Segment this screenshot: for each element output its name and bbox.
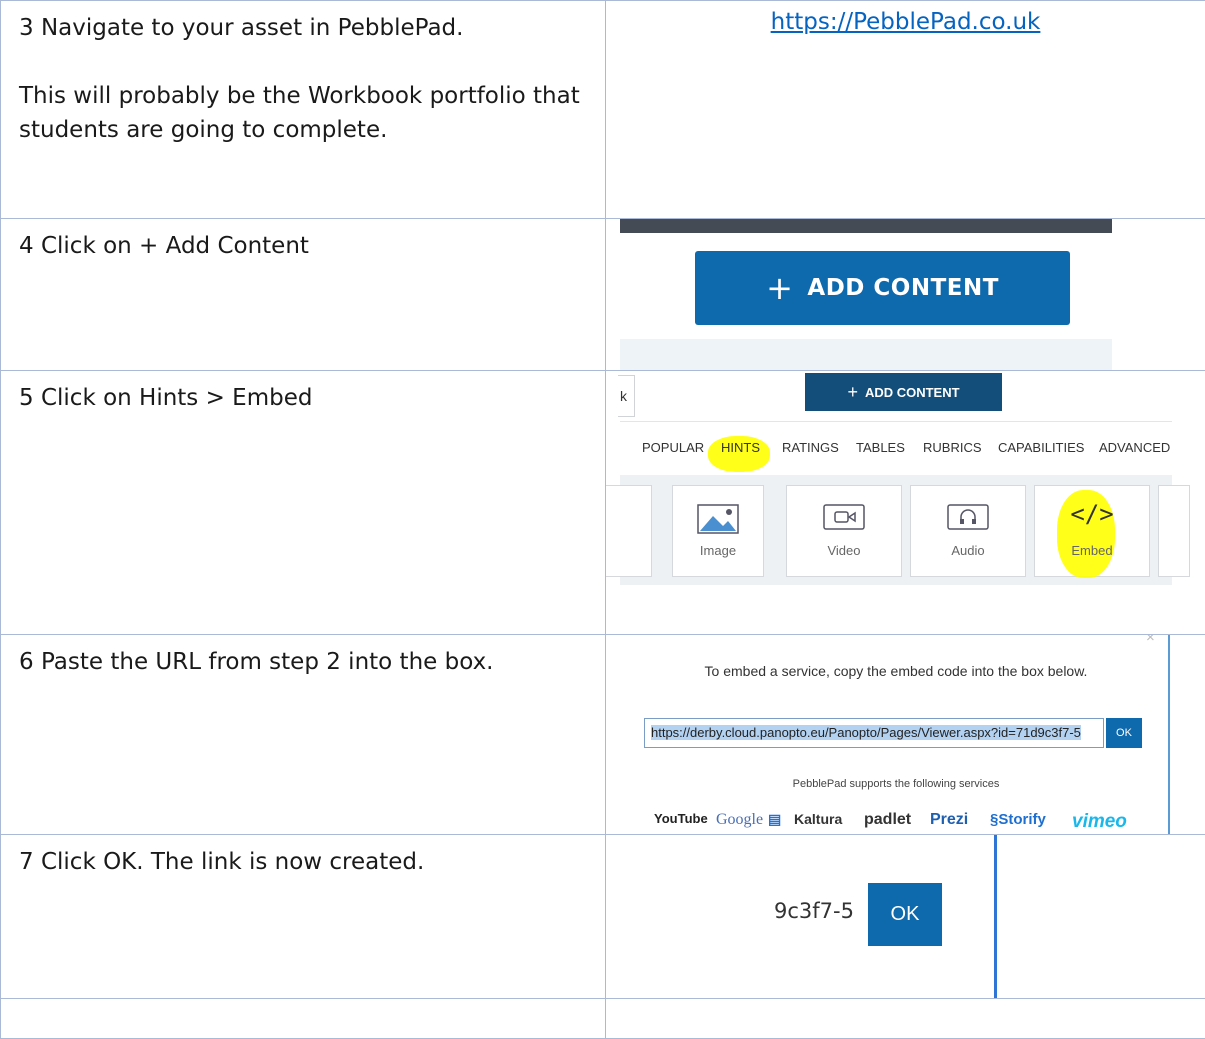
plus-icon: + xyxy=(847,382,858,403)
tab-hints[interactable]: HINTS xyxy=(721,440,760,455)
embed-instruction: To embed a service, copy the embed code … xyxy=(606,663,1186,679)
add-content-menu: k + ADD CONTENT POPULAR HINTS RATINGS TA… xyxy=(620,371,1172,589)
service-logos: YouTube Google ▤ Kaltura padlet Prezi §S… xyxy=(654,807,1174,835)
step-7-visual-cell: 9c3f7-5 OK xyxy=(606,835,1205,999)
tile-video[interactable]: Video xyxy=(786,485,902,577)
add-content-label: ADD CONTENT xyxy=(865,385,960,400)
step-4-instruction-cell: 4 Click on + Add Content xyxy=(1,219,606,371)
embed-code-value: https://derby.cloud.panopto.eu/Panopto/P… xyxy=(651,725,1081,740)
embed-code-input[interactable]: https://derby.cloud.panopto.eu/Panopto/P… xyxy=(644,718,1104,748)
step-6-text: 6 Paste the URL from step 2 into the box… xyxy=(19,645,595,679)
google-docs-icon: ▤ xyxy=(768,811,781,828)
step-6-visual-cell: × To embed a service, copy the embed cod… xyxy=(606,635,1205,835)
prezi-logo: Prezi xyxy=(930,811,968,829)
padlet-logo: padlet xyxy=(864,811,911,829)
step-7-instruction-cell: 7 Click OK. The link is now created. xyxy=(1,835,606,999)
vimeo-logo: vimeo xyxy=(1072,811,1127,833)
tab-ratings[interactable]: RATINGS xyxy=(782,440,839,455)
content-tiles-panel: Image Video xyxy=(620,475,1172,585)
tile-image[interactable]: Image xyxy=(672,485,764,577)
step-4-visual-cell: + ADD CONTENT xyxy=(606,219,1205,371)
tile-video-label: Video xyxy=(787,543,901,558)
plus-icon: + xyxy=(766,269,793,307)
step-row-3: 3 Navigate to your asset in PebblePad. T… xyxy=(1,1,1205,219)
step-row-5: 5 Click on Hints > Embed k + ADD CONTENT… xyxy=(1,371,1205,635)
dialog-edge xyxy=(994,835,997,999)
tab-rubrics[interactable]: RUBRICS xyxy=(923,440,982,455)
supported-services-note: PebblePad supports the following service… xyxy=(606,778,1186,790)
partial-tile[interactable] xyxy=(1158,485,1190,577)
tab-tables[interactable]: TABLES xyxy=(856,440,905,455)
tab-popular[interactable]: POPULAR xyxy=(642,440,704,455)
empty-row xyxy=(1,999,1205,1039)
steps-table: 3 Navigate to your asset in PebblePad. T… xyxy=(0,0,1205,1039)
kaltura-logo: Kaltura xyxy=(794,811,842,827)
partial-tile[interactable] xyxy=(606,485,653,577)
embed-code-fragment: 9c3f7-5 xyxy=(774,899,854,923)
step-5-instruction-cell: 5 Click on Hints > Embed xyxy=(1,371,606,635)
empty-right-cell xyxy=(606,999,1205,1039)
step-3-text: 3 Navigate to your asset in PebblePad. xyxy=(19,11,595,45)
google-logo: Google xyxy=(716,811,763,829)
close-icon[interactable]: × xyxy=(1146,635,1155,647)
code-icon: </> xyxy=(1070,500,1113,528)
step-row-6: 6 Paste the URL from step 2 into the box… xyxy=(1,635,1205,835)
video-icon xyxy=(823,504,865,530)
step-3-instruction-cell: 3 Navigate to your asset in PebblePad. T… xyxy=(1,1,606,219)
add-content-button-small[interactable]: + ADD CONTENT xyxy=(805,373,1002,411)
step-row-4: 4 Click on + Add Content + ADD CONTENT xyxy=(1,219,1205,371)
step-row-7: 7 Click OK. The link is now created. 9c3… xyxy=(1,835,1205,999)
tab-capabilities[interactable]: CAPABILITIES xyxy=(998,440,1084,455)
step-6-instruction-cell: 6 Paste the URL from step 2 into the box… xyxy=(1,635,606,835)
tile-embed[interactable]: </> Embed xyxy=(1034,485,1150,577)
empty-left-cell xyxy=(1,999,606,1039)
tile-audio[interactable]: Audio xyxy=(910,485,1026,577)
tile-image-label: Image xyxy=(673,543,763,558)
headphones-icon xyxy=(947,504,989,530)
partial-side-button[interactable]: k xyxy=(618,375,635,417)
step-3-visual-cell: https://PebblePad.co.uk xyxy=(606,1,1205,219)
step-5-text: 5 Click on Hints > Embed xyxy=(19,381,595,415)
app-header-bar xyxy=(620,219,1112,233)
pebblepad-link[interactable]: https://PebblePad.co.uk xyxy=(606,9,1205,35)
tab-advanced[interactable]: ADVANCED xyxy=(1099,440,1170,455)
step-5-visual-cell: k + ADD CONTENT POPULAR HINTS RATINGS TA… xyxy=(606,371,1205,635)
step-4-text: 4 Click on + Add Content xyxy=(19,229,595,263)
step-3-note: This will probably be the Workbook portf… xyxy=(19,79,595,147)
storify-logo: §Storify xyxy=(990,811,1046,828)
tile-embed-label: Embed xyxy=(1035,543,1149,558)
content-category-tabs: POPULAR HINTS RATINGS TABLES RUBRICS CAP… xyxy=(620,421,1172,472)
add-content-label: ADD CONTENT xyxy=(807,275,999,301)
page-background-strip xyxy=(620,339,1112,371)
step-7-text: 7 Click OK. The link is now created. xyxy=(19,845,595,879)
image-icon xyxy=(697,504,739,534)
add-content-button[interactable]: + ADD CONTENT xyxy=(695,251,1070,325)
ok-button[interactable]: OK xyxy=(868,883,942,946)
ok-button[interactable]: OK xyxy=(1106,718,1142,748)
tile-audio-label: Audio xyxy=(911,543,1025,558)
youtube-logo: YouTube xyxy=(654,811,708,826)
